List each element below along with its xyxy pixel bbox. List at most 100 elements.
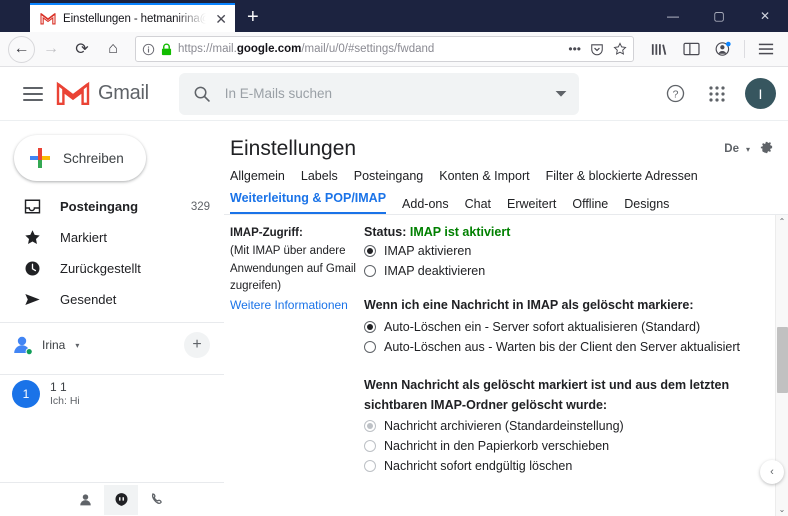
back-icon[interactable]: ← bbox=[8, 35, 35, 63]
toolbar-divider bbox=[744, 40, 745, 58]
sidebar-item-label: Markiert bbox=[60, 230, 107, 245]
new-conversation-button[interactable]: + bbox=[184, 332, 210, 358]
radio-icon[interactable] bbox=[364, 320, 376, 333]
account-icon[interactable] bbox=[709, 34, 737, 64]
radio-imap-enable[interactable]: IMAP aktivieren bbox=[364, 241, 788, 261]
radio-autoexpunge-off[interactable]: Auto-Löschen aus - Warten bis der Client… bbox=[364, 337, 788, 357]
sidebar-item-sent[interactable]: Gesendet bbox=[0, 284, 224, 315]
library-icon[interactable] bbox=[645, 34, 673, 64]
sidebar-item-snoozed[interactable]: Zurückgestellt bbox=[0, 253, 224, 284]
sidebar-item-inbox[interactable]: Posteingang 329 bbox=[0, 191, 224, 222]
list-item[interactable]: 1 1 1 Ich: Hi bbox=[0, 375, 224, 414]
url-bar[interactable]: https://mail.google.com/mail/u/0/#settin… bbox=[135, 36, 634, 62]
search-input[interactable]: In E-Mails suchen bbox=[225, 86, 541, 101]
imap-status: Status: IMAP ist aktiviert bbox=[364, 225, 788, 239]
tab-filter-blockierte-adressen[interactable]: Filter & blockierte Adressen bbox=[546, 169, 698, 186]
window-controls: — ▢ ✕ bbox=[650, 0, 788, 32]
sidebar: Schreiben Posteingang 329 Markiert Zurüc… bbox=[0, 121, 224, 516]
radio-icon[interactable] bbox=[364, 265, 376, 278]
phone-icon[interactable] bbox=[140, 485, 174, 515]
sidebar-icon[interactable] bbox=[677, 34, 705, 64]
radio-icon[interactable] bbox=[364, 245, 376, 257]
sidebar-item-label: Gesendet bbox=[60, 292, 117, 307]
gear-icon[interactable] bbox=[757, 141, 774, 158]
tab-chat[interactable]: Chat bbox=[465, 197, 491, 214]
hangouts-user-name: Irina bbox=[42, 338, 66, 352]
radio-icon[interactable] bbox=[364, 340, 376, 353]
window-close-icon[interactable]: ✕ bbox=[742, 0, 788, 32]
tab-labels[interactable]: Labels bbox=[301, 169, 338, 186]
new-tab-button[interactable]: + bbox=[235, 7, 269, 32]
page-actions-icon[interactable]: ••• bbox=[568, 42, 581, 56]
conversation-title: 1 1 bbox=[50, 380, 67, 394]
url-text: https://mail.google.com/mail/u/0/#settin… bbox=[178, 43, 435, 55]
search-bar[interactable]: In E-Mails suchen bbox=[178, 72, 579, 115]
minimize-icon[interactable]: — bbox=[650, 0, 696, 32]
main-menu-icon[interactable] bbox=[16, 77, 50, 111]
imap-desc-line3: zugreifen) bbox=[230, 280, 282, 293]
tab-weiterleitung-pop-imap[interactable]: Weiterleitung & POP/IMAP bbox=[230, 191, 387, 214]
browser-navbar: ← → ⟳ ⌂ https://mail.google.com/mail/u/0… bbox=[0, 32, 788, 67]
help-icon[interactable]: ? bbox=[659, 78, 691, 110]
apps-grid-icon[interactable] bbox=[701, 78, 733, 110]
radio-icon[interactable] bbox=[364, 420, 376, 432]
sidebar-item-label: Posteingang bbox=[60, 199, 139, 214]
gmail-body: Schreiben Posteingang 329 Markiert Zurüc… bbox=[0, 121, 788, 516]
radio-icon[interactable] bbox=[364, 460, 376, 473]
tab-konten-import[interactable]: Konten & Import bbox=[439, 169, 529, 186]
browser-tab-title: Einstellungen - hetmanirina@g bbox=[63, 12, 207, 25]
language-selector[interactable]: De bbox=[724, 143, 739, 155]
contacts-icon[interactable] bbox=[68, 485, 102, 515]
page-title: Einstellungen bbox=[230, 137, 357, 160]
gmail-app: Gmail In E-Mails suchen ? I Schreiben Po… bbox=[0, 67, 788, 516]
sidebar-item-starred[interactable]: Markiert bbox=[0, 222, 224, 253]
scroll-down-icon[interactable]: ⌄ bbox=[776, 503, 788, 516]
tab-offline[interactable]: Offline bbox=[572, 197, 608, 214]
forward-icon[interactable]: → bbox=[36, 34, 66, 64]
hangouts-avatar-icon bbox=[12, 334, 34, 356]
tab-erweitert[interactable]: Erweitert bbox=[507, 197, 556, 214]
gmail-logo[interactable]: Gmail bbox=[56, 81, 149, 107]
avatar[interactable]: I bbox=[745, 78, 776, 109]
imap-settings-section: IMAP-Zugriff: (Mit IMAP über andere Anwe… bbox=[230, 215, 788, 476]
home-icon[interactable]: ⌂ bbox=[98, 34, 128, 64]
radio-delete-immediately[interactable]: Nachricht sofort endgültig löschen bbox=[364, 456, 788, 476]
scroll-up-icon[interactable]: ⌃ bbox=[776, 215, 788, 228]
compose-button[interactable]: Schreiben bbox=[14, 135, 146, 181]
tab-posteingang[interactable]: Posteingang bbox=[354, 169, 424, 186]
menu-icon[interactable] bbox=[752, 34, 780, 64]
reload-icon[interactable]: ⟳ bbox=[67, 34, 97, 64]
chevron-down-icon[interactable]: ▾ bbox=[75, 341, 79, 350]
pocket-icon[interactable] bbox=[590, 42, 604, 56]
tab-add-ons[interactable]: Add-ons bbox=[402, 197, 449, 214]
radio-icon[interactable] bbox=[364, 440, 376, 453]
browser-titlebar: Einstellungen - hetmanirina@g ✕ + — ▢ ✕ bbox=[0, 0, 788, 32]
bookmark-star-icon[interactable] bbox=[613, 42, 627, 56]
close-icon[interactable]: ✕ bbox=[213, 12, 229, 26]
chevron-down-icon[interactable]: ▾ bbox=[746, 145, 750, 154]
star-icon bbox=[24, 229, 41, 246]
more-information-link[interactable]: Weitere Informationen bbox=[230, 296, 360, 315]
scrollbar-thumb[interactable] bbox=[776, 327, 788, 393]
imap-desc-line2: Anwendungen auf Gmail bbox=[230, 262, 356, 275]
radio-move-to-trash[interactable]: Nachricht in den Papierkorb verschieben bbox=[364, 436, 788, 456]
urlbar-actions: ••• bbox=[568, 42, 627, 56]
radio-autoexpunge-on[interactable]: Auto-Löschen ein - Server sofort aktuali… bbox=[364, 317, 788, 337]
maximize-icon[interactable]: ▢ bbox=[696, 0, 742, 32]
settings-tabs-row2: Weiterleitung & POP/IMAP Add-ons Chat Er… bbox=[230, 191, 788, 214]
radio-archive-message[interactable]: Nachricht archivieren (Standardeinstellu… bbox=[364, 416, 788, 436]
imap-status-value: IMAP ist aktiviert bbox=[409, 225, 511, 239]
info-icon[interactable] bbox=[142, 43, 155, 56]
radio-label: IMAP deaktivieren bbox=[384, 264, 486, 279]
search-options-icon[interactable] bbox=[555, 90, 567, 98]
tab-designs[interactable]: Designs bbox=[624, 197, 669, 214]
tab-allgemein[interactable]: Allgemein bbox=[230, 169, 285, 186]
chat-icon[interactable] bbox=[104, 484, 138, 515]
imap-expunge-question-line2: sichtbaren IMAP-Ordner gelöscht wurde: bbox=[364, 397, 608, 412]
hangouts-header[interactable]: Irina ▾ + bbox=[0, 323, 224, 367]
radio-label: Auto-Löschen aus - Warten bis der Client… bbox=[384, 339, 740, 354]
collapse-panel-button[interactable]: ‹ bbox=[760, 460, 784, 484]
browser-tab-active[interactable]: Einstellungen - hetmanirina@g ✕ bbox=[30, 3, 235, 32]
radio-imap-disable[interactable]: IMAP deaktivieren bbox=[364, 261, 788, 281]
conversation-preview: Ich: Hi bbox=[50, 395, 80, 407]
